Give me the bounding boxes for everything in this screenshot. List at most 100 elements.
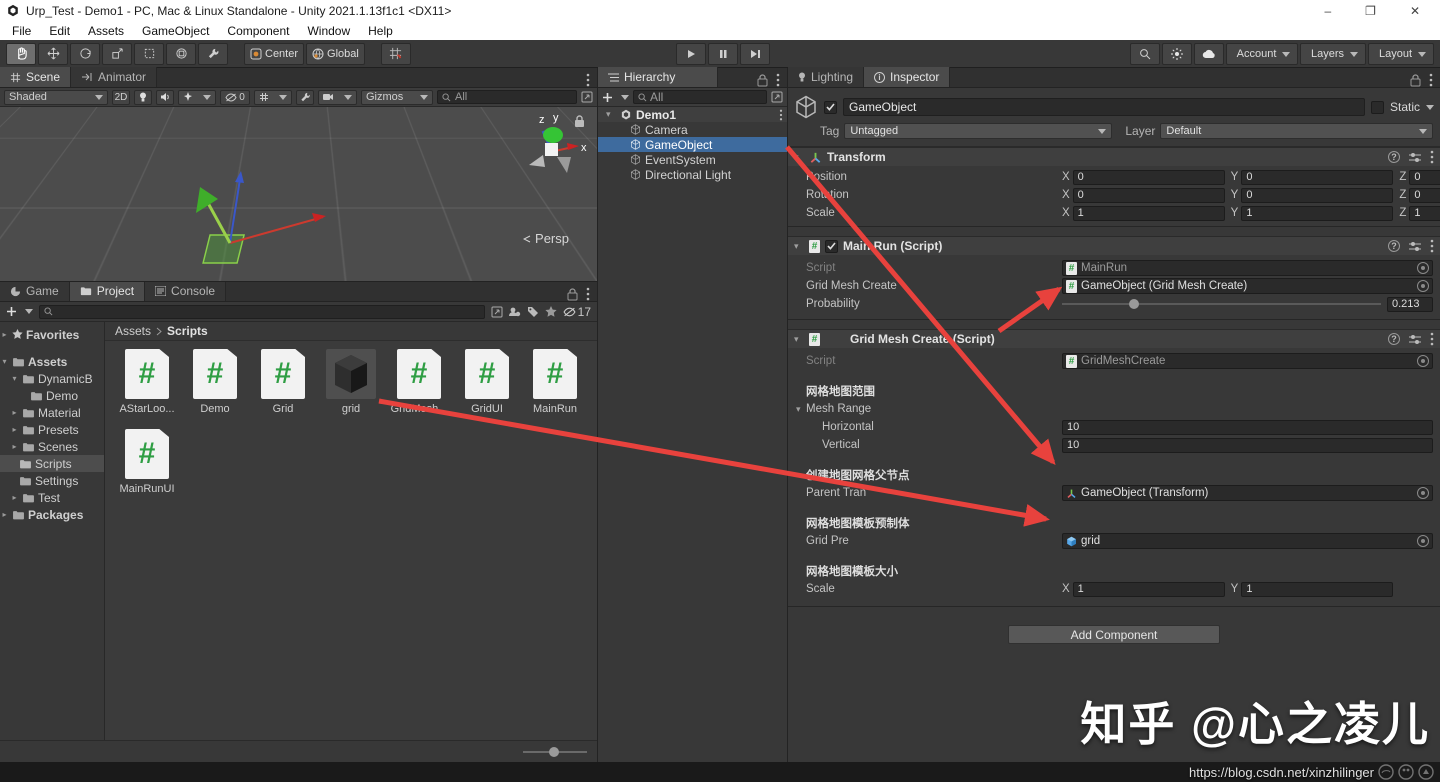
position-x-field[interactable] (1072, 169, 1225, 185)
hierarchy-search-input[interactable]: All (633, 90, 767, 104)
chevron-down-icon[interactable] (1426, 104, 1434, 110)
tree-settings[interactable]: Settings (0, 472, 104, 489)
hierarchy-create-button[interactable] (602, 92, 629, 103)
restore-button[interactable]: ❐ (1365, 4, 1376, 18)
perspective-label[interactable]: Persp (523, 231, 569, 246)
tree-favorites[interactable]: ▸ Favorites (0, 326, 104, 343)
slider-thumb[interactable] (1128, 299, 1139, 309)
breadcrumb-scripts[interactable]: Scripts (167, 324, 208, 338)
lock-icon[interactable] (567, 287, 578, 301)
menu-component[interactable]: Component (219, 24, 297, 38)
open-in-window-icon[interactable] (771, 91, 783, 103)
grid-mesh-create-object-field[interactable]: # GameObject (Grid Mesh Create) (1062, 278, 1433, 294)
layers-dropdown[interactable]: Layers (1300, 43, 1366, 65)
presets-icon[interactable] (1409, 334, 1421, 345)
menu-assets[interactable]: Assets (80, 24, 132, 38)
tree-packages[interactable]: ▸ Packages (0, 506, 104, 523)
label-tag-icon[interactable] (527, 306, 539, 318)
file-demo[interactable]: # Demo (181, 349, 249, 423)
grid-snap-button[interactable] (380, 42, 411, 65)
translate-gizmo[interactable] (178, 155, 348, 282)
lock-icon[interactable] (1410, 73, 1421, 87)
hierarchy-item-eventsystem[interactable]: EventSystem (598, 152, 787, 167)
step-button[interactable] (740, 43, 770, 65)
tree-test[interactable]: ▸ Test (0, 489, 104, 506)
hidden-objects-toggle[interactable]: 0 (220, 89, 250, 105)
kebab-menu-icon[interactable] (776, 73, 780, 87)
scale-tool-button[interactable] (102, 42, 132, 65)
transform-header[interactable]: ▾ Transform ? (788, 147, 1440, 166)
tab-scene[interactable]: Scene (0, 67, 72, 87)
file-gridmesh[interactable]: # GridMesh... (385, 349, 453, 423)
file-mainrunui[interactable]: # MainRunUI (113, 429, 181, 503)
tab-animator[interactable]: Animator (71, 67, 158, 87)
script-object-field[interactable]: # GridMeshCreate (1062, 353, 1433, 369)
foldout-icon[interactable]: ▾ (794, 241, 804, 252)
tab-lighting[interactable]: Lighting (788, 67, 865, 87)
object-picker-icon[interactable] (1417, 487, 1429, 499)
favorites-star-icon[interactable] (545, 305, 557, 318)
foldout-icon[interactable]: ▾ (794, 152, 804, 163)
scene-search-input[interactable]: All (437, 90, 577, 104)
menu-window[interactable]: Window (299, 24, 358, 38)
scene-tools-button[interactable] (296, 89, 314, 105)
hierarchy-item-directional-light[interactable]: Directional Light (598, 167, 787, 182)
tab-hierarchy[interactable]: Hierarchy (598, 67, 718, 87)
tree-material[interactable]: ▸ Material (0, 404, 104, 421)
grid-scale-y-field[interactable] (1241, 581, 1394, 597)
tree-scripts[interactable]: Scripts (0, 455, 104, 472)
main-run-header[interactable]: ▾ # Main Run (Script) ? (788, 236, 1440, 255)
vertical-field[interactable] (1062, 437, 1433, 453)
slider-thumb[interactable] (549, 746, 559, 757)
scene-effects-dropdown[interactable] (178, 89, 216, 105)
kebab-menu-icon[interactable] (1430, 150, 1434, 164)
tab-inspector[interactable]: i Inspector (864, 67, 951, 87)
help-icon[interactable]: ? (1388, 333, 1400, 345)
breadcrumb-assets[interactable]: Assets (115, 324, 151, 338)
kebab-menu-icon[interactable] (779, 109, 783, 121)
maximize-icon[interactable] (581, 91, 593, 103)
cloud-button[interactable] (1194, 43, 1224, 65)
custom-tool-button[interactable] (198, 42, 228, 65)
close-button[interactable]: ✕ (1410, 4, 1420, 18)
menu-gameobject[interactable]: GameObject (134, 24, 217, 38)
presets-icon[interactable] (1409, 152, 1421, 163)
active-checkbox[interactable] (824, 100, 837, 114)
project-search-input[interactable] (39, 304, 485, 319)
main-run-enabled-checkbox[interactable] (825, 239, 838, 253)
horizontal-field[interactable] (1062, 419, 1433, 435)
pause-button[interactable] (708, 43, 738, 65)
presets-icon[interactable] (1409, 241, 1421, 252)
rotation-y-field[interactable] (1241, 187, 1394, 203)
tree-dynamicb[interactable]: ▾ DynamicB (0, 370, 104, 387)
gameobject-big-cube-icon[interactable] (794, 95, 818, 119)
layout-dropdown[interactable]: Layout (1368, 43, 1434, 65)
lock-icon[interactable] (757, 73, 768, 87)
script-object-field[interactable]: # MainRun (1062, 260, 1433, 276)
foldout-icon[interactable]: ▾ (606, 109, 616, 120)
search-button[interactable] (1130, 43, 1160, 65)
rotate-tool-button[interactable] (70, 42, 100, 65)
position-z-field[interactable] (1409, 169, 1440, 185)
grid-scale-x-field[interactable] (1072, 581, 1225, 597)
hierarchy-item-camera[interactable]: Camera (598, 122, 787, 137)
menu-edit[interactable]: Edit (41, 24, 78, 38)
grid-mesh-create-header[interactable]: ▾ # Grid Mesh Create (Script) ? (788, 329, 1440, 348)
menu-help[interactable]: Help (360, 24, 401, 38)
object-picker-icon[interactable] (1417, 355, 1429, 367)
scene-lighting-toggle[interactable] (134, 89, 152, 105)
hand-tool-button[interactable] (6, 42, 36, 65)
lock-icon[interactable] (574, 115, 585, 128)
add-component-button[interactable]: Add Component (1008, 625, 1220, 644)
position-y-field[interactable] (1241, 169, 1394, 185)
scale-x-field[interactable] (1072, 205, 1225, 221)
thumbnail-size-slider[interactable] (523, 746, 587, 757)
layer-dropdown[interactable]: Default (1160, 123, 1433, 139)
play-button[interactable] (676, 43, 706, 65)
kebab-menu-icon[interactable] (1430, 239, 1434, 253)
tree-scenes[interactable]: ▸ Scenes (0, 438, 104, 455)
kebab-menu-icon[interactable] (586, 73, 590, 87)
tab-project[interactable]: Project (69, 281, 146, 301)
rect-tool-button[interactable] (134, 42, 164, 65)
object-picker-icon[interactable] (1417, 280, 1429, 292)
